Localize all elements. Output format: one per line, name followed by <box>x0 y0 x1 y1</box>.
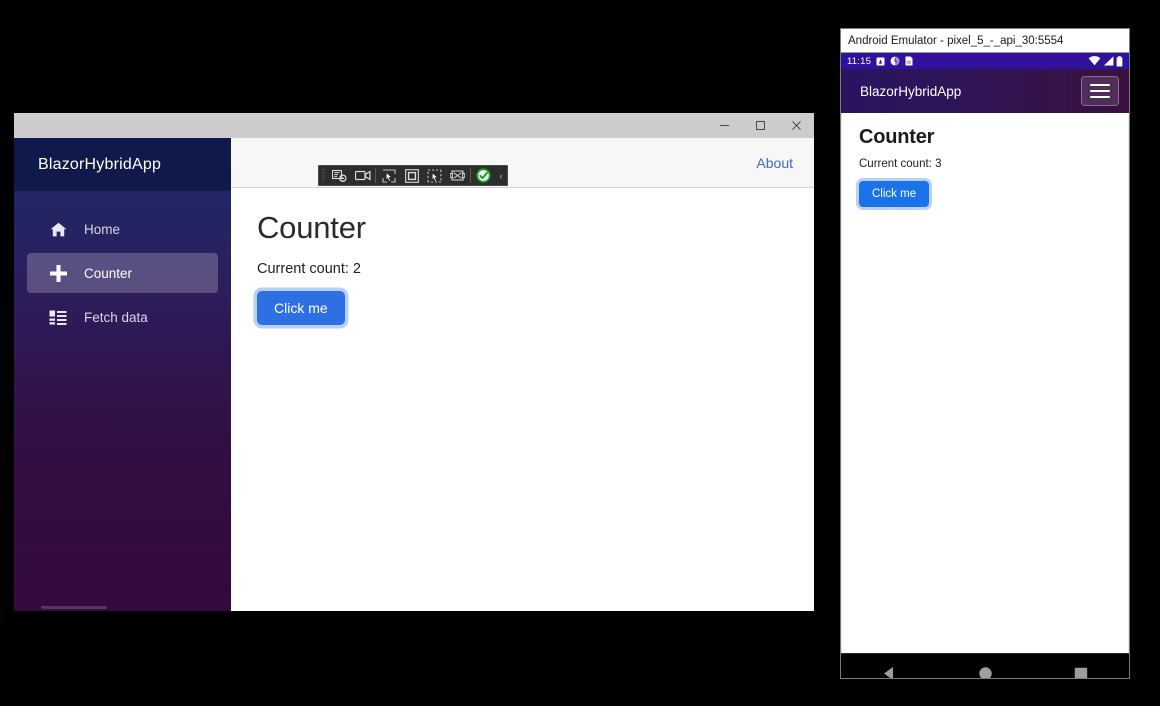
android-emulator-window: Android Emulator - pixel_5_-_api_30:5554… <box>840 28 1130 679</box>
toolbar-drag-handle[interactable] <box>319 166 328 185</box>
recent-apps-icon[interactable] <box>1056 657 1106 678</box>
desktop-app-window: BlazorHybridApp Home Counter Fetch data … <box>14 113 814 611</box>
sidebar-scrollbar[interactable] <box>41 606 107 609</box>
screenshot-root: BlazorHybridApp Home Counter Fetch data … <box>0 0 1160 706</box>
visual-studio-live-toolbar[interactable]: ‹ <box>318 165 508 186</box>
android-navigation-bar <box>841 653 1129 678</box>
close-icon[interactable] <box>778 113 814 138</box>
home-circle-icon[interactable] <box>960 657 1010 678</box>
alarm-icon <box>876 57 885 66</box>
sidebar-nav: Home Counter Fetch data <box>14 191 231 337</box>
toolbar-separator-2 <box>470 168 471 183</box>
sim-card-icon <box>905 56 913 66</box>
android-current-count-text: Current count: 3 <box>859 158 942 170</box>
toolbar-separator-1 <box>375 168 376 183</box>
hot-reload-icon[interactable] <box>328 166 351 185</box>
xaml-live-tree-icon[interactable] <box>446 166 469 185</box>
minimize-icon[interactable] <box>706 113 742 138</box>
click-me-button[interactable]: Click me <box>257 290 345 325</box>
sidebar-item-home[interactable]: Home <box>27 209 218 249</box>
android-counter-page: Counter Current count: 3 Click me <box>841 113 1129 653</box>
toolbar-collapse-icon[interactable]: ‹ <box>495 166 507 185</box>
display-frame-icon[interactable] <box>400 166 423 185</box>
sidebar-item-fetch-data[interactable]: Fetch data <box>27 297 218 337</box>
signal-icon <box>1103 56 1114 66</box>
android-page-title: Counter <box>859 126 935 148</box>
sidebar: BlazorHybridApp Home Counter Fetch data <box>14 138 231 611</box>
sidebar-item-home-label: Home <box>84 221 121 237</box>
back-icon[interactable] <box>864 657 914 678</box>
list-icon <box>48 307 68 327</box>
maximize-icon[interactable] <box>742 113 778 138</box>
android-brand-label: BlazorHybridApp <box>860 83 962 99</box>
battery-icon <box>1116 55 1123 67</box>
sidebar-item-fetch-data-label: Fetch data <box>84 309 148 325</box>
counter-page: Counter Current count: 2 Click me <box>231 188 814 325</box>
select-element-icon[interactable] <box>377 166 400 185</box>
sidebar-item-counter-label: Counter <box>84 265 133 281</box>
sidebar-item-counter[interactable]: Counter <box>27 253 218 293</box>
desktop-main-content: About ‹ Counter Current count: 2 Click m… <box>231 138 814 611</box>
emulator-title-label: Android Emulator - pixel_5_-_api_30:5554 <box>848 34 1064 47</box>
move-element-icon[interactable] <box>423 166 446 185</box>
current-count-text: Current count: 2 <box>257 260 361 277</box>
hamburger-menu-icon[interactable] <box>1081 76 1119 106</box>
about-link[interactable]: About <box>756 155 793 171</box>
status-time-label: 11:15 <box>847 55 872 67</box>
live-preview-camera-icon[interactable] <box>351 166 374 185</box>
sidebar-brand[interactable]: BlazorHybridApp <box>14 138 231 191</box>
desktop-title-bar <box>14 113 814 138</box>
emulator-screen: 11:15 BlazorHybridApp Counter Current co… <box>841 53 1129 678</box>
plus-icon <box>48 263 68 283</box>
android-click-me-button[interactable]: Click me <box>859 181 930 207</box>
emulator-title-bar: Android Emulator - pixel_5_-_api_30:5554 <box>841 29 1129 53</box>
status-bar-right <box>1088 55 1123 67</box>
sidebar-brand-label: BlazorHybridApp <box>38 155 162 173</box>
clock-icon <box>890 56 900 66</box>
android-status-bar: 11:15 <box>841 53 1129 69</box>
android-app-bar: BlazorHybridApp <box>841 69 1129 113</box>
desktop-window-body: BlazorHybridApp Home Counter Fetch data … <box>14 138 814 611</box>
hot-reload-status-ok-icon[interactable] <box>472 166 495 185</box>
status-bar-left: 11:15 <box>847 56 913 67</box>
home-icon <box>48 219 68 239</box>
wifi-icon <box>1088 56 1101 66</box>
page-title: Counter <box>257 210 366 245</box>
